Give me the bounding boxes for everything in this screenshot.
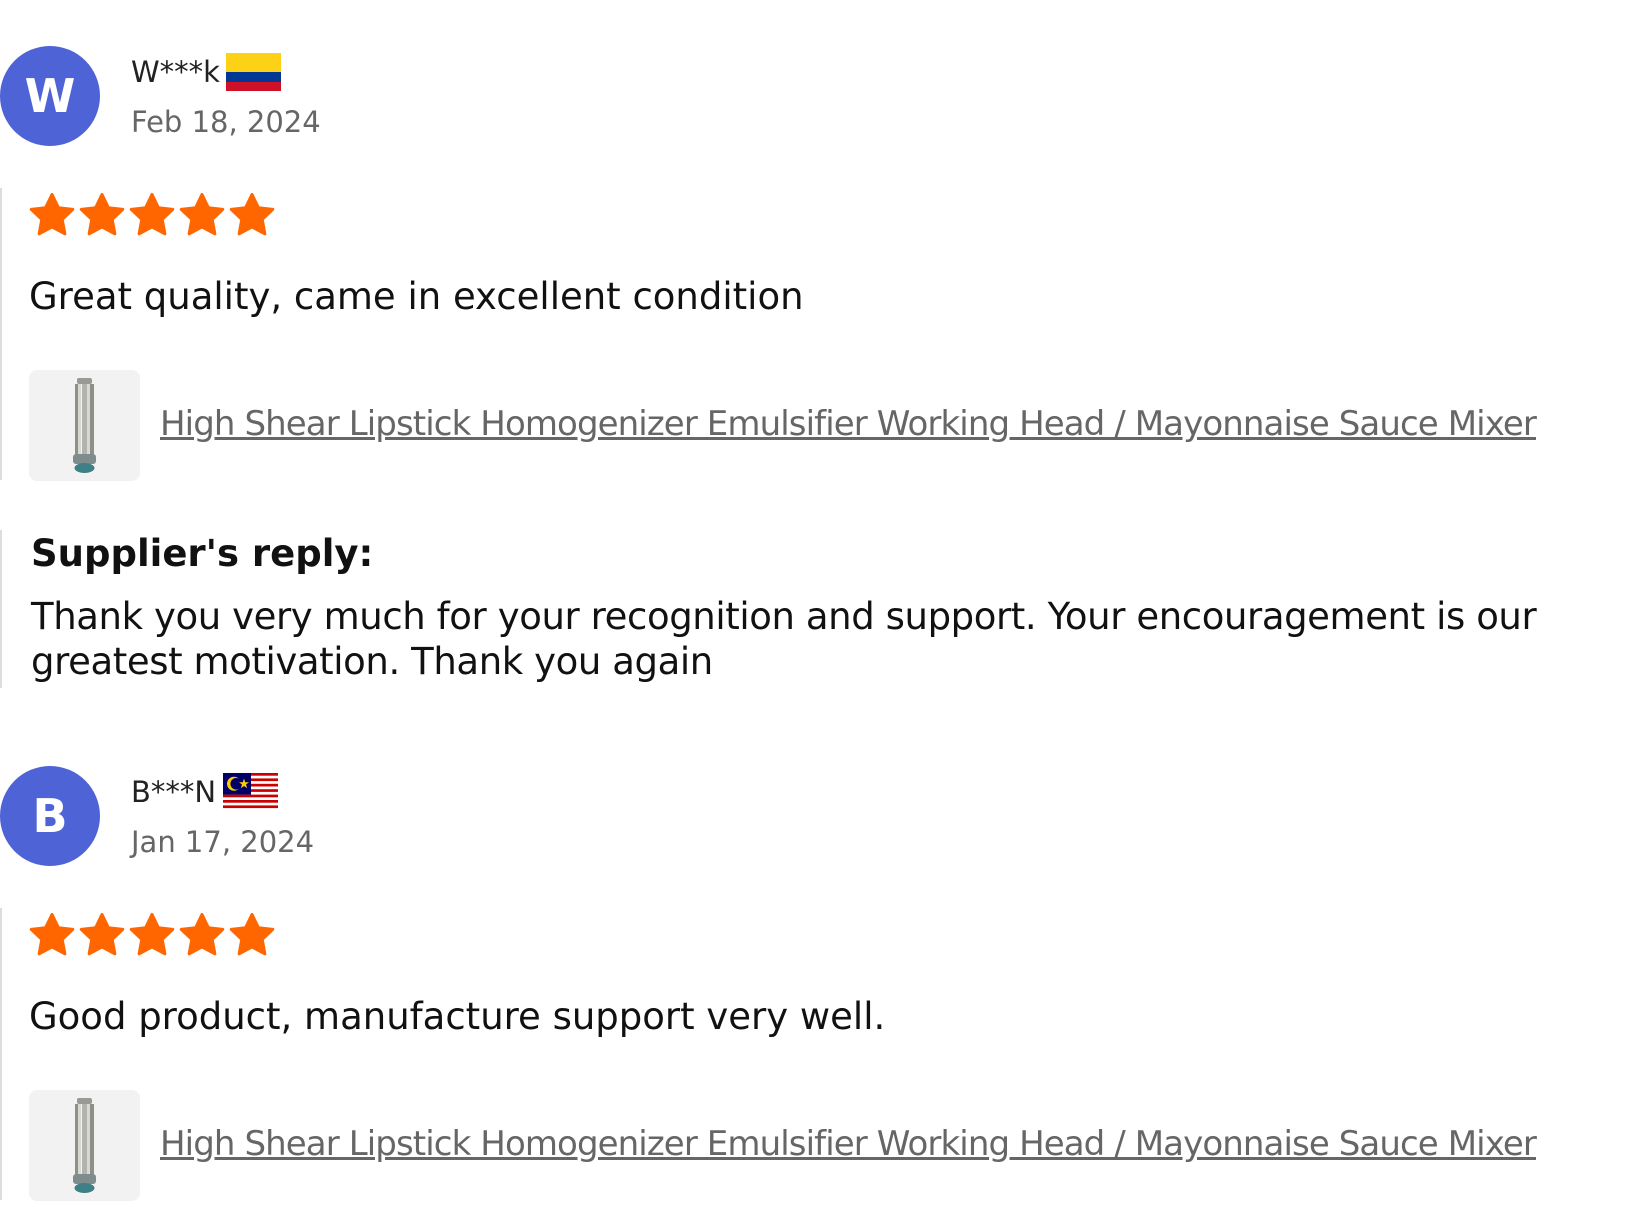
star-icon [229,192,275,236]
star-icon [79,192,125,236]
star-icon [179,912,225,956]
star-icon [129,192,175,236]
star-icon [179,192,225,236]
supplier-reply-text: Thank you very much for your recognition… [31,595,1537,683]
review-text: Great quality, came in excellent conditi… [29,275,804,318]
product-thumbnail[interactable] [29,1090,140,1201]
review-date: Jan 17, 2024 [131,825,315,859]
star-icon [29,192,75,236]
review-date: Feb 18, 2024 [131,105,321,139]
avatar: W [0,46,100,146]
review-body: Good product, manufacture support very w… [0,908,1602,1201]
star-icon [29,912,75,956]
star-icon [229,912,275,956]
colombia-flag-icon [226,53,281,91]
product-thumbnail[interactable] [29,370,140,481]
product-link[interactable]: High Shear Lipstick Homogenizer Emulsifi… [160,1121,1537,1167]
star-rating [29,912,275,958]
review-text: Good product, manufacture support very w… [29,995,886,1038]
star-rating [29,192,275,238]
reviewer-name: B***N [131,775,217,809]
avatar: B [0,766,100,866]
supplier-reply: Supplier's reply: Thank you very much fo… [0,530,1602,688]
reviewer-name: W***k [131,55,220,89]
review-body: Great quality, came in excellent conditi… [0,188,1602,481]
product-link[interactable]: High Shear Lipstick Homogenizer Emulsifi… [160,401,1537,447]
star-icon [79,912,125,956]
star-icon [129,912,175,956]
malaysia-flag-icon [223,773,278,811]
supplier-reply-heading: Supplier's reply: [31,532,374,575]
